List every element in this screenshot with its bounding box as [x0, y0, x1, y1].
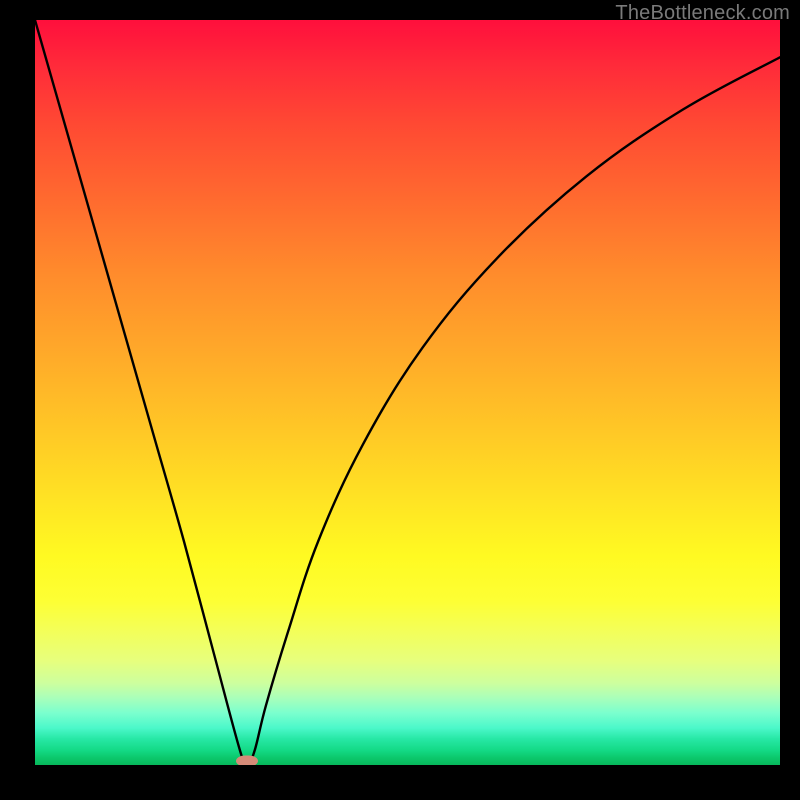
bottleneck-curve	[35, 20, 780, 765]
plot-area	[35, 20, 780, 765]
chart-frame: TheBottleneck.com	[0, 0, 800, 800]
minimum-marker	[236, 755, 258, 765]
watermark-text: TheBottleneck.com	[615, 2, 790, 25]
